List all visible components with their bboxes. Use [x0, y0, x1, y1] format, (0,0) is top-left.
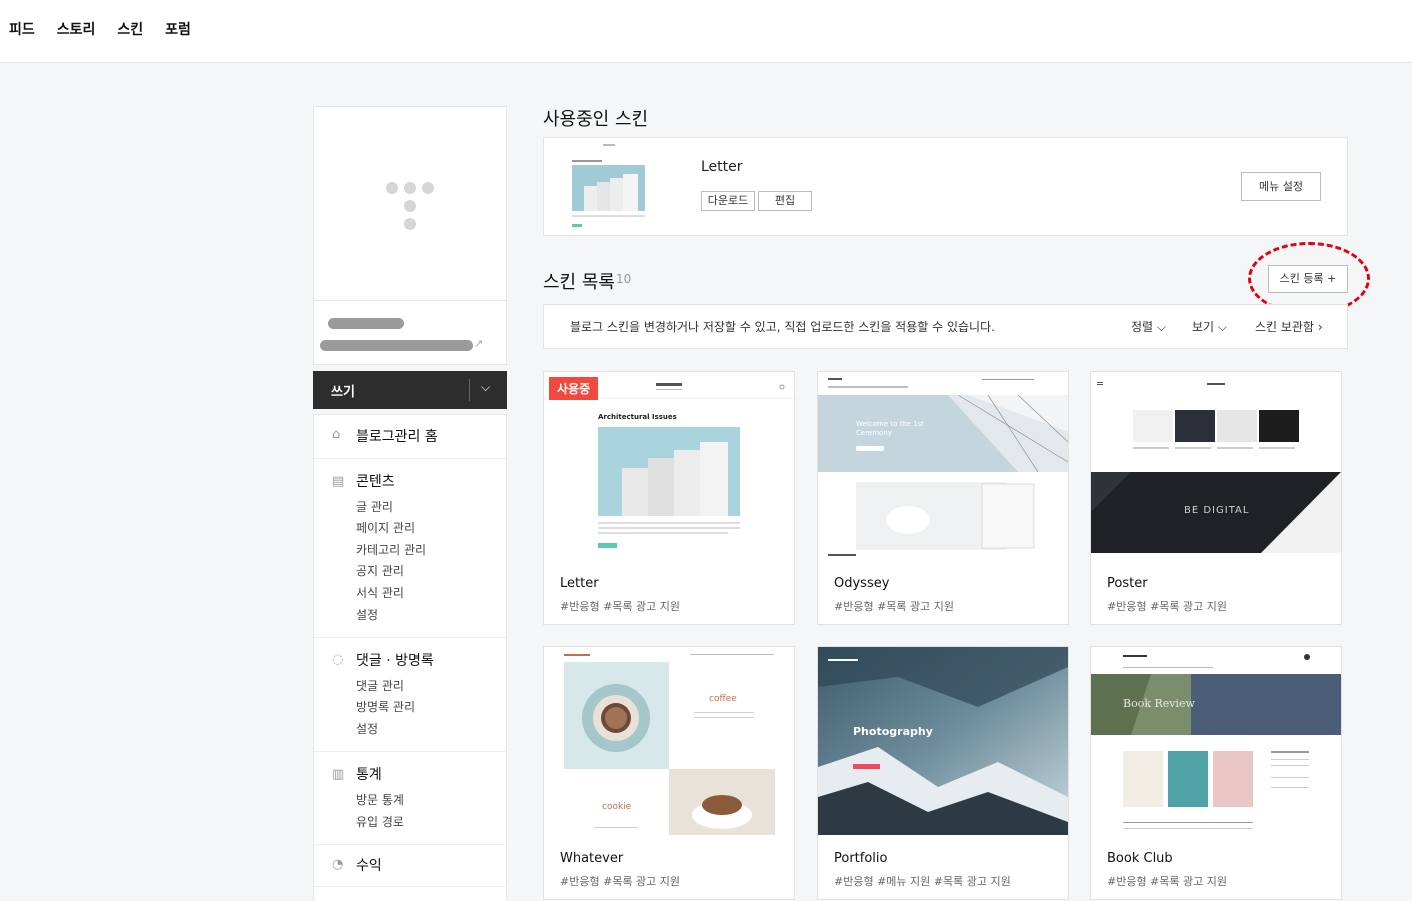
sidebar-item-home[interactable]: ⌂ 블로그관리 홈 — [314, 415, 506, 459]
sidebar-item-referrers[interactable]: 유입 경로 — [356, 813, 404, 830]
skin-name: Poster — [1107, 576, 1148, 591]
chevron-down-icon[interactable]: ⌵ — [481, 380, 490, 395]
skin-card-poster[interactable]: BE DIGITAL Poster #반응형 #목록 광고 지원 — [1090, 371, 1342, 625]
sidebar-section-revenue[interactable]: ◔ 수익 — [314, 845, 506, 887]
download-button[interactable]: 다운로드 — [701, 191, 755, 211]
sort-dropdown[interactable]: 정렬 ⌵ — [1131, 318, 1166, 335]
skin-archive-link[interactable]: 스킨 보관함 › — [1255, 318, 1323, 335]
sidebar-item-posts[interactable]: 글 관리 — [356, 498, 393, 515]
sidebar-item-comment-settings[interactable]: 설정 — [356, 720, 378, 737]
coin-icon: ◔ — [332, 857, 344, 872]
blog-profile-card: ↗ — [313, 106, 507, 365]
skin-preview-book-club: Book Review — [1091, 647, 1341, 835]
skin-card-book-club[interactable]: Book Review Book Club #반응형 #목록 광고 지원 — [1090, 646, 1342, 900]
sidebar-item-content-settings[interactable]: 설정 — [356, 606, 378, 623]
blog-logo-image — [314, 107, 506, 301]
skin-preview-portfolio: Photography — [818, 647, 1068, 835]
blog-name-redacted — [328, 318, 404, 329]
skin-tags: #반응형 #목록 광고 지원 — [560, 600, 681, 613]
preview-title: Book Review — [1123, 697, 1195, 710]
skin-list-heading: 스킨 목록 — [543, 272, 615, 293]
write-button[interactable]: 쓰기 ⌵ — [313, 371, 507, 409]
sidebar-section-contents: ▤ 콘텐츠 글 관리 페이지 관리 카테고리 관리 공지 관리 서식 관리 설정 — [314, 459, 506, 638]
sidebar-item-pages[interactable]: 페이지 관리 — [356, 519, 415, 536]
nav-story[interactable]: 스토리 — [57, 19, 96, 39]
preview-title: Photography — [853, 725, 933, 738]
blog-url-redacted[interactable] — [320, 340, 473, 351]
skin-tags: #반응형 #목록 광고 지원 — [560, 875, 681, 888]
external-link-icon[interactable]: ↗ — [474, 337, 483, 350]
current-skin-thumbnail — [544, 138, 675, 235]
skin-tags: #반응형 #목록 광고 지원 — [1107, 875, 1228, 888]
skin-preview-letter: Architectural Issues 사용중 — [544, 372, 794, 560]
current-skin-name: Letter — [701, 159, 743, 175]
preview-title: Welcome to the 1st Ceremony — [856, 420, 925, 437]
skin-tags: #반응형 #메뉴 지원 #목록 광고 지원 — [834, 875, 1011, 888]
preview-subtitle: cookie — [602, 802, 632, 812]
preview-title: Architectural Issues — [598, 413, 677, 421]
skin-card-whatever[interactable]: coffee cookie Whatever #반응형 #목록 광고 지원 — [543, 646, 795, 900]
edit-button[interactable]: 편집 — [758, 191, 812, 211]
skin-card-portfolio[interactable]: Photography Portfolio #반응형 #메뉴 지원 #목록 광고… — [817, 646, 1069, 900]
skin-tags: #반응형 #목록 광고 지원 — [1107, 600, 1228, 613]
nav-skin[interactable]: 스킨 — [117, 19, 143, 39]
preview-title: coffee — [709, 694, 737, 704]
sidebar-item-guestbook[interactable]: 방명록 관리 — [356, 698, 415, 715]
skin-name: Letter — [560, 576, 599, 591]
top-nav: 피드 스토리 스킨 포럼 — [9, 19, 213, 39]
skin-preview-odyssey: Welcome to the 1st Ceremony — [818, 372, 1068, 560]
sidebar-section-comments: ◌ 댓글 · 방명록 댓글 관리 방명록 관리 설정 — [314, 638, 506, 752]
speech-bubble-icon: ◌ — [332, 652, 344, 667]
menu-settings-button[interactable]: 메뉴 설정 — [1241, 172, 1321, 201]
current-skin-heading: 사용중인 스킨 — [543, 109, 649, 130]
skin-name: Portfolio — [834, 851, 888, 866]
sidebar-item-comments[interactable]: 댓글 관리 — [356, 677, 404, 694]
sidebar-item-visits[interactable]: 방문 통계 — [356, 791, 404, 808]
sidebar-item-categories[interactable]: 카테고리 관리 — [356, 541, 426, 558]
skin-card-odyssey[interactable]: Welcome to the 1st Ceremony Odyssey #반응형… — [817, 371, 1069, 625]
skin-card-letter[interactable]: Architectural Issues 사용중 Letter #반응형 #목록… — [543, 371, 795, 625]
sidebar-item-notices[interactable]: 공지 관리 — [356, 562, 404, 579]
skin-name: Book Club — [1107, 851, 1173, 866]
skin-info-bar: 블로그 스킨을 변경하거나 저장할 수 있고, 직접 업로드한 스킨을 적용할 … — [543, 304, 1348, 349]
skin-tags: #반응형 #목록 광고 지원 — [834, 600, 955, 613]
skin-name: Whatever — [560, 851, 624, 866]
sidebar-item-templates[interactable]: 서식 관리 — [356, 584, 404, 601]
top-bar: 피드 스토리 스킨 포럼 — [0, 0, 1412, 63]
sidebar-section-stats: ▥ 통계 방문 통계 유입 경로 — [314, 752, 506, 845]
preview-title: BE DIGITAL — [1184, 505, 1250, 516]
sidebar-menu: ⌂ 블로그관리 홈 ▤ 콘텐츠 글 관리 페이지 관리 카테고리 관리 공지 관… — [313, 414, 507, 901]
bar-chart-icon: ▥ — [332, 767, 345, 782]
current-skin-panel: Letter 다운로드 편집 메뉴 설정 — [543, 137, 1348, 236]
nav-feed[interactable]: 피드 — [9, 19, 35, 39]
skin-count: 10 — [616, 272, 632, 286]
home-icon: ⌂ — [332, 427, 341, 442]
skin-preview-poster: BE DIGITAL — [1091, 372, 1341, 560]
in-use-badge: 사용중 — [549, 377, 599, 400]
skin-preview-whatever: coffee cookie — [544, 647, 794, 835]
document-icon: ▤ — [332, 474, 345, 489]
nav-forum[interactable]: 포럼 — [165, 19, 191, 39]
skin-name: Odyssey — [834, 576, 890, 591]
view-dropdown[interactable]: 보기 ⌵ — [1192, 318, 1227, 335]
skin-info-text: 블로그 스킨을 변경하거나 저장할 수 있고, 직접 업로드한 스킨을 적용할 … — [570, 320, 995, 334]
